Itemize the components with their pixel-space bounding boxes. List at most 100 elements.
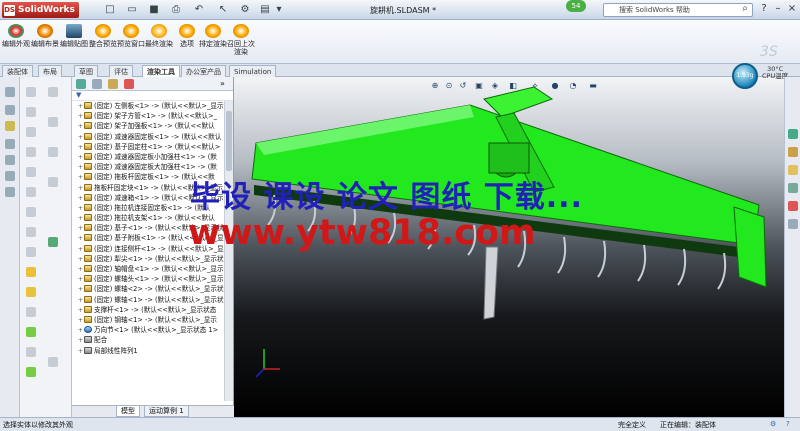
options-button[interactable]: 选项 [173, 24, 201, 48]
toolbar-icon-3[interactable] [5, 121, 15, 131]
tree-item[interactable]: + (固定) 架子方管<1> -> (默认<<默认>_ [72, 111, 233, 121]
design-library-icon[interactable] [788, 147, 798, 157]
print-icon[interactable]: ⎙ [169, 3, 183, 16]
tab-layout[interactable]: 布局 [38, 65, 62, 77]
sketch-icon-20[interactable] [48, 237, 58, 247]
sketch-icon-10[interactable] [26, 267, 36, 277]
tree-item[interactable]: + (固定) 减速器固定板大加强柱<1> -> (默 [72, 162, 233, 172]
sketch-icon-21[interactable] [48, 357, 58, 367]
feature-manager-icon[interactable] [76, 79, 86, 89]
rebuild-icon[interactable]: ⚙ [238, 3, 252, 16]
tree-item[interactable]: + 万向节<1> (默认<<默认>_显示状态 1> [72, 325, 233, 335]
toolbar-icon-5[interactable] [5, 155, 15, 165]
resources-icon[interactable] [788, 129, 798, 139]
toolbar-icon-2[interactable] [5, 105, 15, 115]
tree-item[interactable]: + (固定) 减速器固定板<1> -> (默认<<默认 [72, 132, 233, 142]
sketch-icon-3[interactable] [26, 127, 36, 137]
tine [557, 236, 567, 274]
scrollbar-thumb[interactable] [226, 111, 232, 171]
sketch-icon-1[interactable] [26, 87, 36, 97]
tree-item[interactable]: + (固定) 螺轴<2> -> (默认<<默认>_显示状态 [72, 284, 233, 294]
tree-item[interactable]: + (固定) 犁尖<1> -> (默认<<默认>_显示状 [72, 254, 233, 264]
tab-assembly[interactable]: 装配体 [2, 65, 33, 77]
tree-item[interactable]: + (固定) 左侧板<1> -> (默认<<默认>_显示 [72, 101, 233, 111]
file-explorer-icon[interactable] [788, 165, 798, 175]
tab-model[interactable]: 模型 [116, 406, 140, 417]
sketch-icon-6[interactable] [26, 187, 36, 197]
configuration-manager-icon[interactable] [108, 79, 118, 89]
sketch-icon-13[interactable] [26, 327, 36, 337]
view-palette-icon[interactable] [788, 183, 798, 193]
tab-sketch[interactable]: 草图 [74, 65, 98, 77]
tree-item[interactable]: + 局部线性阵列1 [72, 346, 233, 356]
final-render-button[interactable]: 最终渲染 [145, 24, 173, 48]
edit-scene-button[interactable]: 编辑布景 [31, 24, 59, 48]
search-go-icon[interactable]: ⌕ [738, 2, 752, 16]
custom-properties-icon[interactable] [788, 219, 798, 229]
sketch-icon-14[interactable] [26, 347, 36, 357]
sketch-icon-4[interactable] [26, 147, 36, 157]
edit-appearance-button[interactable]: 编辑外观 [2, 24, 30, 48]
schedule-render-button[interactable]: 排定渲染 [199, 24, 227, 48]
sketch-icon-12[interactable] [26, 307, 36, 317]
expand-panel-icon[interactable]: » [220, 79, 230, 89]
sketch-icon-11[interactable] [26, 287, 36, 297]
options-icon[interactable]: ▤ [258, 3, 272, 16]
tree-item[interactable]: + (固定) 减速器固定板小加强柱<1> -> (默 [72, 152, 233, 162]
property-manager-icon[interactable] [92, 79, 102, 89]
help-search-input[interactable]: 搜索 SolidWorks 帮助 [603, 3, 753, 17]
new-file-icon[interactable]: □ [103, 3, 117, 16]
toolbar-icon-1[interactable] [5, 87, 15, 97]
rebuild-status-icon[interactable]: ⚙ [770, 420, 776, 428]
sketch-icon-7[interactable] [26, 207, 36, 217]
help-status-icon[interactable]: ? [786, 420, 790, 428]
tab-simulation[interactable]: Simulation [229, 65, 277, 77]
tab-office-products[interactable]: 办公室产品 [181, 65, 226, 77]
sketch-icon-18[interactable] [48, 147, 58, 157]
sketch-icon-17[interactable] [48, 117, 58, 127]
options-label: 选项 [180, 40, 194, 48]
select-arrow-icon[interactable]: ↖ [216, 3, 230, 16]
edit-decal-button[interactable]: 编辑贴图 [60, 24, 88, 48]
tree-item[interactable]: + (固定) 螺轴<1> -> (默认<<默认>_显示状 [72, 295, 233, 305]
toolbar-icon-4[interactable] [5, 139, 15, 149]
tree-item[interactable]: + (固定) 轴帽盘<1> -> (默认<<默认>_显示 [72, 264, 233, 274]
toolbar-icon-7[interactable] [5, 187, 15, 197]
tree-item[interactable]: + 配合 [72, 335, 233, 345]
tree-item[interactable]: + (固定) 架子加强板<1> -> (默认<<默认 [72, 121, 233, 131]
preview-window-button[interactable]: 预览窗口 [117, 24, 145, 48]
tree-filter[interactable]: ▼ [72, 91, 233, 101]
recall-last-render-button[interactable]: 召回上次渲染 [227, 24, 255, 56]
chevron-down-icon[interactable]: ▾ [272, 3, 286, 16]
tine [597, 240, 607, 278]
appearances-icon[interactable] [788, 201, 798, 211]
save-icon[interactable]: ■ [147, 3, 161, 16]
part-icon [84, 254, 92, 262]
close-icon[interactable]: × [785, 2, 799, 16]
sketch-icon-15[interactable] [26, 367, 36, 377]
open-folder-icon[interactable]: ▭ [125, 3, 139, 16]
sketch-icon-19[interactable] [48, 177, 58, 187]
display-manager-icon[interactable] [124, 79, 134, 89]
sketch-icon-5[interactable] [26, 167, 36, 177]
help-icon[interactable]: ? [757, 2, 771, 16]
tree-item[interactable]: + 支撑杆<1> -> (默认<<默认>_显示状态 [72, 305, 233, 315]
sketch-icon-9[interactable] [26, 247, 36, 257]
tree-item[interactable]: + (固定) 螺轴头<1> -> (默认<<默认>_显示 [72, 274, 233, 284]
tab-evaluate[interactable]: 评估 [109, 65, 133, 77]
app-logo[interactable]: DS SolidWorks [2, 2, 79, 18]
tab-render-tools[interactable]: 渲染工具 [142, 65, 180, 77]
minimize-icon[interactable]: – [771, 2, 785, 16]
integrated-preview-label: 整合预览 [89, 40, 117, 48]
notification-badge[interactable]: 54 [566, 0, 586, 12]
sketch-icon-8[interactable] [26, 227, 36, 237]
tree-item[interactable]: + (固定) 钢轴<1> -> (默认<<默认>_显示 [72, 315, 233, 325]
expand-toggle-icon[interactable]: + [78, 326, 84, 335]
undo-icon[interactable]: ↶ [192, 3, 206, 16]
integrated-preview-button[interactable]: 整合预览 [89, 24, 117, 48]
toolbar-icon-6[interactable] [5, 171, 15, 181]
sketch-icon-16[interactable] [48, 87, 58, 97]
tree-item[interactable]: + (固定) 基子固定柱<1> -> (默认<<默认> [72, 142, 233, 152]
tab-motion-study[interactable]: 运动算例 1 [144, 406, 189, 417]
sketch-icon-2[interactable] [26, 107, 36, 117]
